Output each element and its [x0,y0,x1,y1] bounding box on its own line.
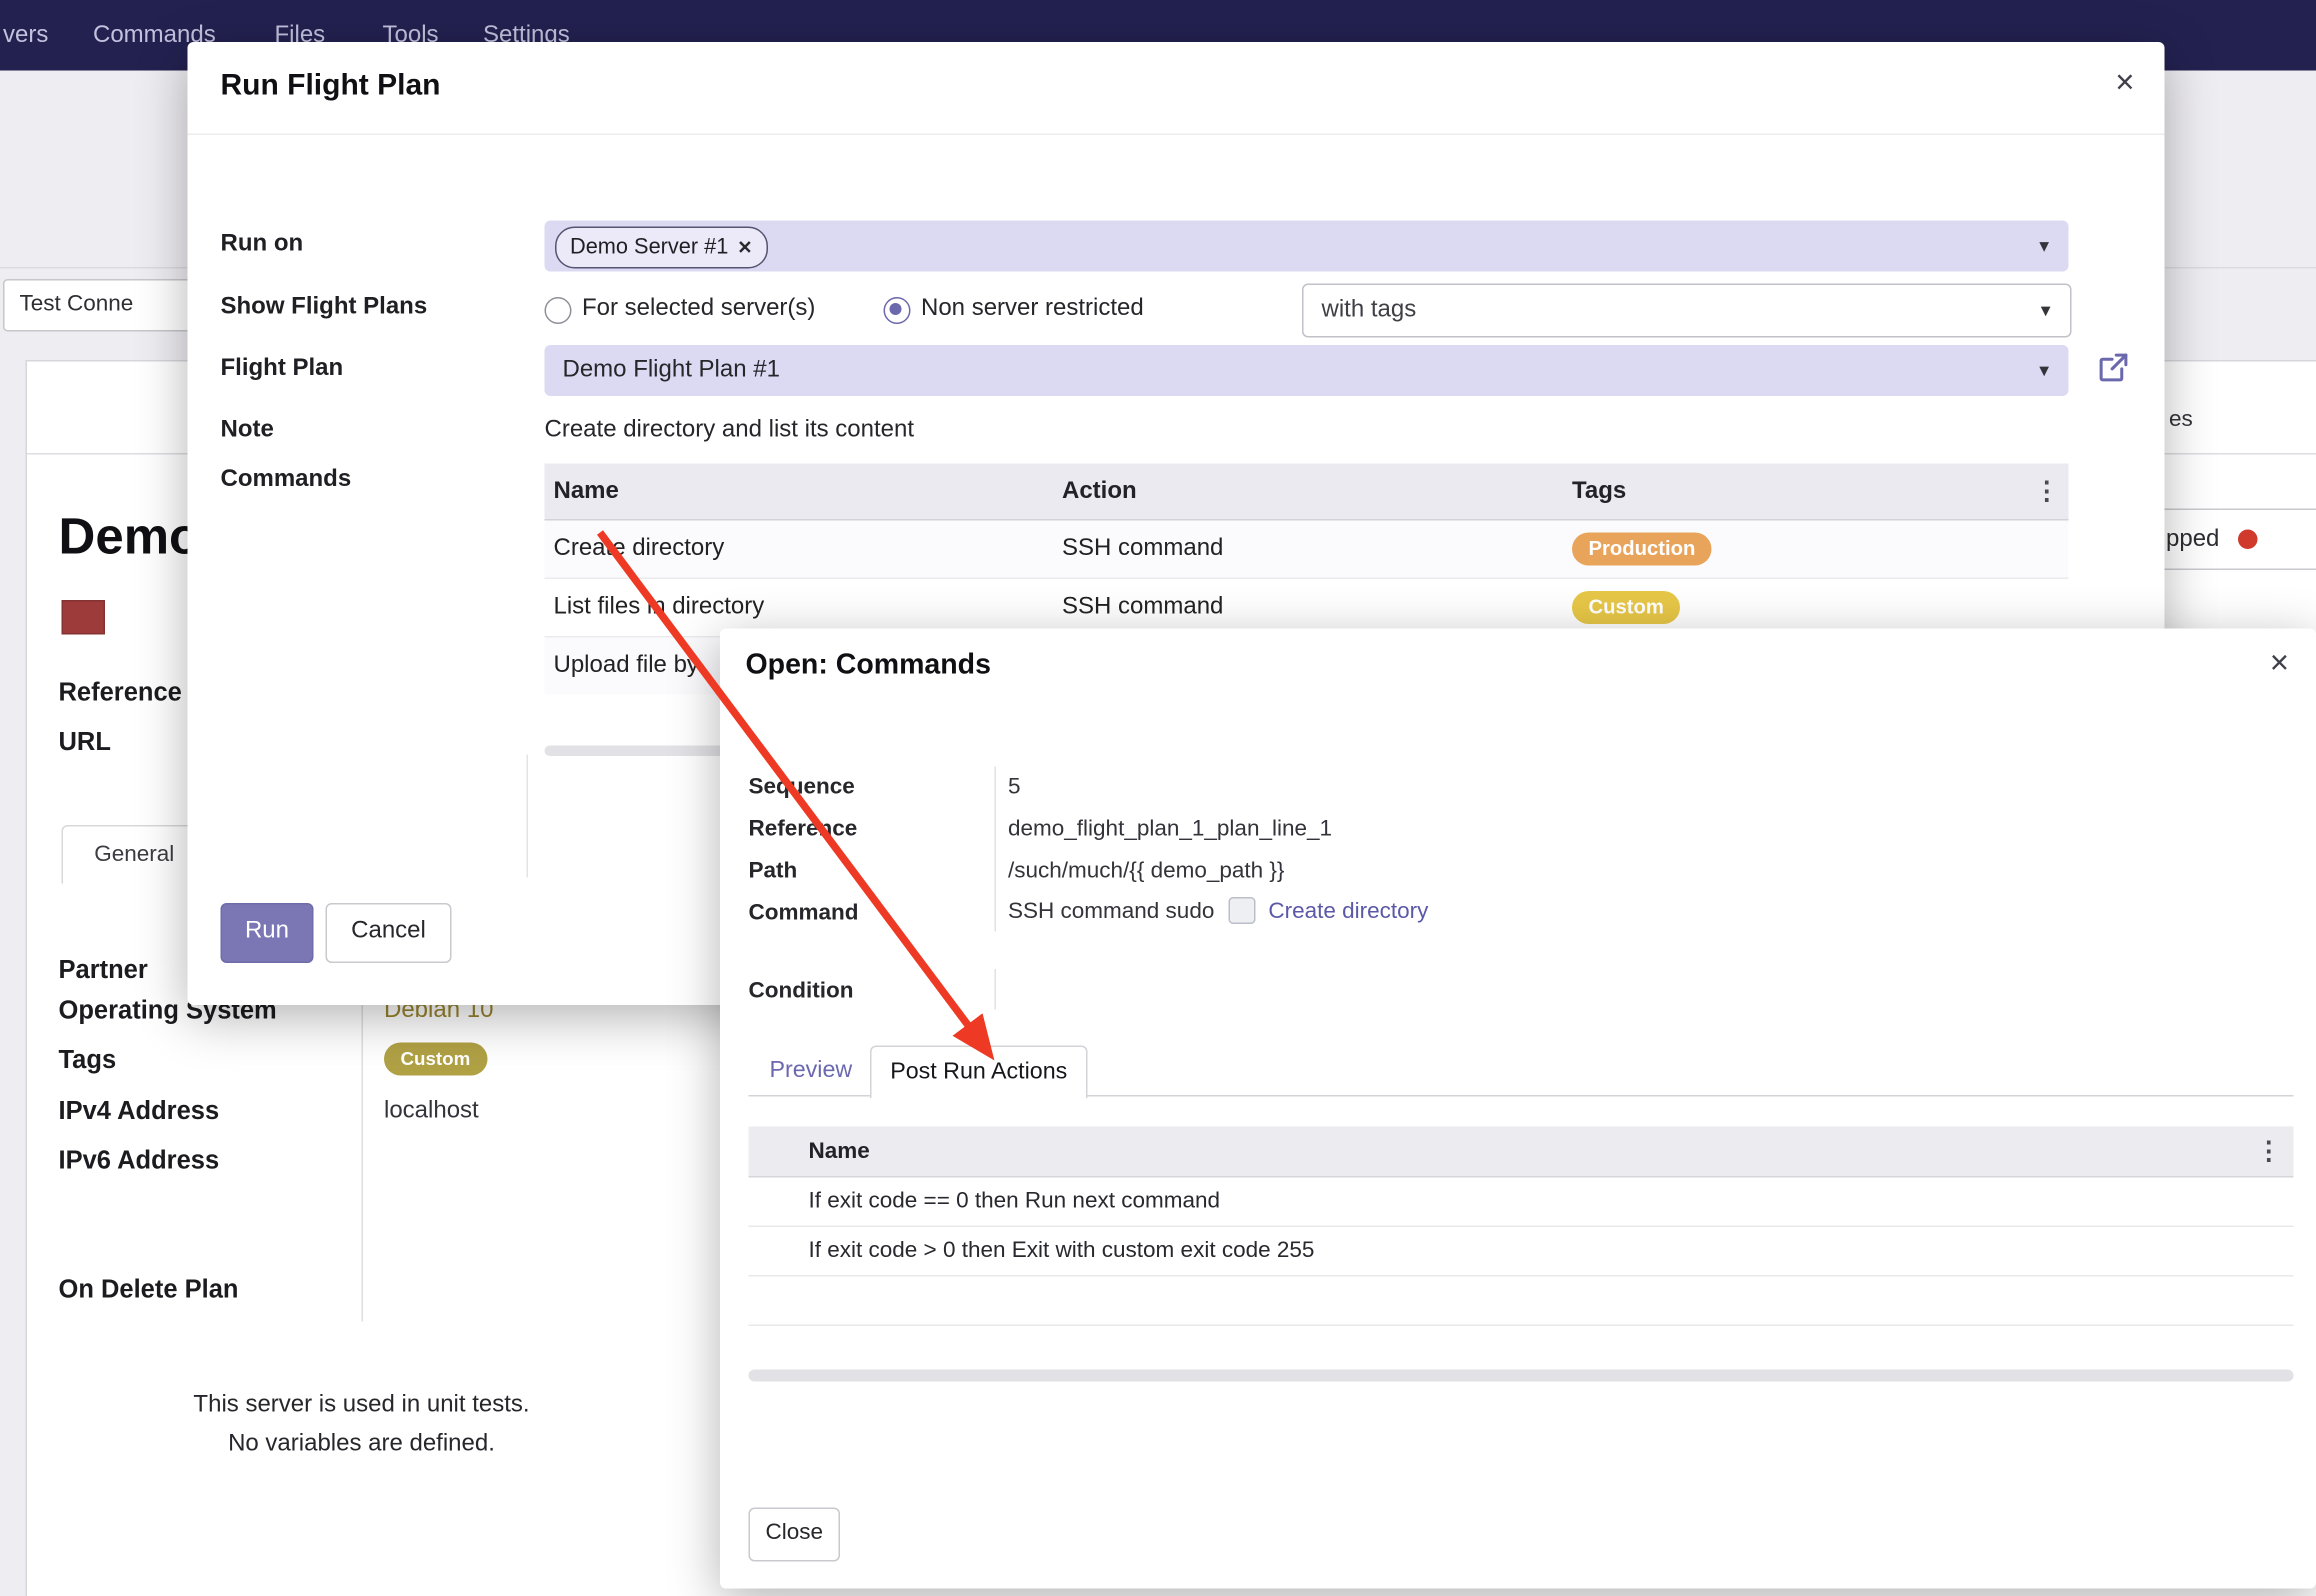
table-row-empty [749,1277,2294,1327]
server-chip-label: Demo Server #1 [570,236,728,260]
command-value: SSH command sudo [1008,898,1214,924]
flight-plan-select[interactable]: Demo Flight Plan #1 ▾ [545,345,2069,396]
radio-label-non-server-restricted: Non server restricted [921,296,1144,323]
chip-remove-icon[interactable]: ✕ [737,237,752,258]
command-row: SSH command sudo Create directory [1008,897,1428,924]
label-flight-plan: Flight Plan [221,356,344,383]
create-directory-link[interactable]: Create directory [1268,898,1428,924]
field-label-ipv4: IPv4 Address [59,1097,220,1127]
field-label-tags: Tags [59,1046,117,1076]
tab-post-run-actions[interactable]: Post Run Actions [870,1046,1088,1099]
label-note: Note [221,417,274,444]
modal-title: Open: Commands [746,650,991,683]
label-commands: Commands [221,467,352,494]
label-run-on: Run on [221,231,304,258]
field-label-reference: Reference [59,678,182,708]
path-value: /such/much/{{ demo_path }} [1008,858,1284,884]
with-tags-select[interactable]: with tags ▾ [1302,284,2072,338]
unit-test-note-line1: This server is used in unit tests. [92,1386,632,1425]
chevron-down-icon: ▾ [2039,234,2049,258]
modal-title: Run Flight Plan [221,69,441,104]
nav-item-servers[interactable]: vers [3,0,48,71]
field-label-partner: Partner [59,956,148,986]
note-value: Create directory and list its content [545,417,915,444]
chevron-down-icon: ▾ [2041,299,2051,323]
divider [995,767,997,932]
cancel-button[interactable]: Cancel [326,903,452,963]
column-header-action[interactable]: Action [1062,464,1137,520]
flight-plan-value: Demo Flight Plan #1 [563,345,780,396]
partial-tab-text: es [2169,407,2193,433]
cell-name: List files in directory [554,579,765,636]
server-chip: Demo Server #1 ✕ [555,227,767,269]
unit-test-note-line2: No variables are defined. [92,1425,632,1464]
with-tags-value: with tags [1322,285,1417,336]
cell-name: Upload file by [554,638,699,695]
close-icon[interactable]: × [2270,647,2289,680]
column-header-tags[interactable]: Tags [1572,464,1626,520]
horizontal-scrollbar[interactable] [749,1370,2294,1382]
tab-preview[interactable]: Preview [770,1046,853,1097]
tab-general[interactable]: General [62,825,208,884]
cell-name: Create directory [554,521,725,578]
production-badge: Production [1572,533,1712,566]
status-label: pped [2166,526,2219,553]
table-row[interactable]: If exit code == 0 then Run next command [749,1178,2294,1228]
cell-name: If exit code > 0 then Exit with custom e… [809,1227,1315,1275]
post-run-actions-table: Name ⋮ If exit code == 0 then Run next c… [749,1127,2294,1327]
cell-action: SSH command [1062,579,1223,636]
column-options-icon[interactable]: ⋮ [2034,476,2060,506]
label-reference: Reference [749,816,858,842]
divider [995,969,997,1010]
radio-for-selected-servers[interactable] [545,297,572,324]
chevron-down-icon: ▾ [2039,359,2049,383]
cell-tags: Custom [1572,579,1680,636]
column-header-name[interactable]: Name [554,464,619,520]
field-label-url: URL [59,728,111,758]
server-status-button[interactable]: pped [2147,509,2316,571]
run-button[interactable]: Run [221,903,314,963]
label-sequence: Sequence [749,774,855,800]
label-condition: Condition [749,978,854,1004]
cell-tags: Production [1572,521,1712,578]
label-path: Path [749,858,798,884]
field-label-ipv6: IPv6 Address [59,1146,220,1176]
tag-badge: Custom [384,1043,487,1076]
color-swatch[interactable] [62,600,106,635]
reference-value: demo_flight_plan_1_plan_line_1 [1008,816,1332,842]
field-label-on-delete-plan: On Delete Plan [59,1275,239,1305]
command-checkbox[interactable] [1228,897,1255,924]
cell-name: If exit code == 0 then Run next command [809,1178,1221,1226]
close-icon[interactable]: × [2115,66,2134,99]
unit-test-note: This server is used in unit tests. No va… [92,1386,632,1464]
label-command: Command [749,900,859,926]
cell-action: SSH command [1062,521,1223,578]
divider [527,755,529,878]
table-header-row: Name ⋮ [749,1127,2294,1178]
custom-badge: Custom [1572,591,1680,624]
close-button[interactable]: Close [749,1508,841,1562]
server-title: Demo [59,509,201,568]
run-on-multiselect[interactable]: Demo Server #1 ✕ ▾ [545,221,2069,272]
label-show-flight-plans: Show Flight Plans [221,294,428,321]
column-options-icon[interactable]: ⋮ [2256,1136,2282,1166]
test-connection-button[interactable]: Test Conne [3,279,209,332]
tag-badge-label: Custom [384,1043,487,1076]
table-header-row: Name Action Tags ⋮ [545,464,2069,521]
external-link-icon[interactable] [2097,351,2130,384]
sequence-value: 5 [1008,774,1021,800]
divider [362,956,364,1322]
table-row[interactable]: Create directory SSH command Production [545,521,2069,580]
status-dot-icon [2237,530,2257,550]
ipv4-value: localhost [384,1098,479,1125]
screen: vers Commands Files Tools Settings Test … [0,0,2316,1596]
radio-label-for-selected-servers: For selected server(s) [582,296,815,323]
column-header-name[interactable]: Name [809,1127,870,1177]
open-commands-modal: Open: Commands × Sequence 5 Reference de… [720,629,2316,1589]
table-row[interactable]: If exit code > 0 then Exit with custom e… [749,1227,2294,1277]
radio-non-server-restricted[interactable] [884,297,911,324]
divider [188,134,2165,136]
